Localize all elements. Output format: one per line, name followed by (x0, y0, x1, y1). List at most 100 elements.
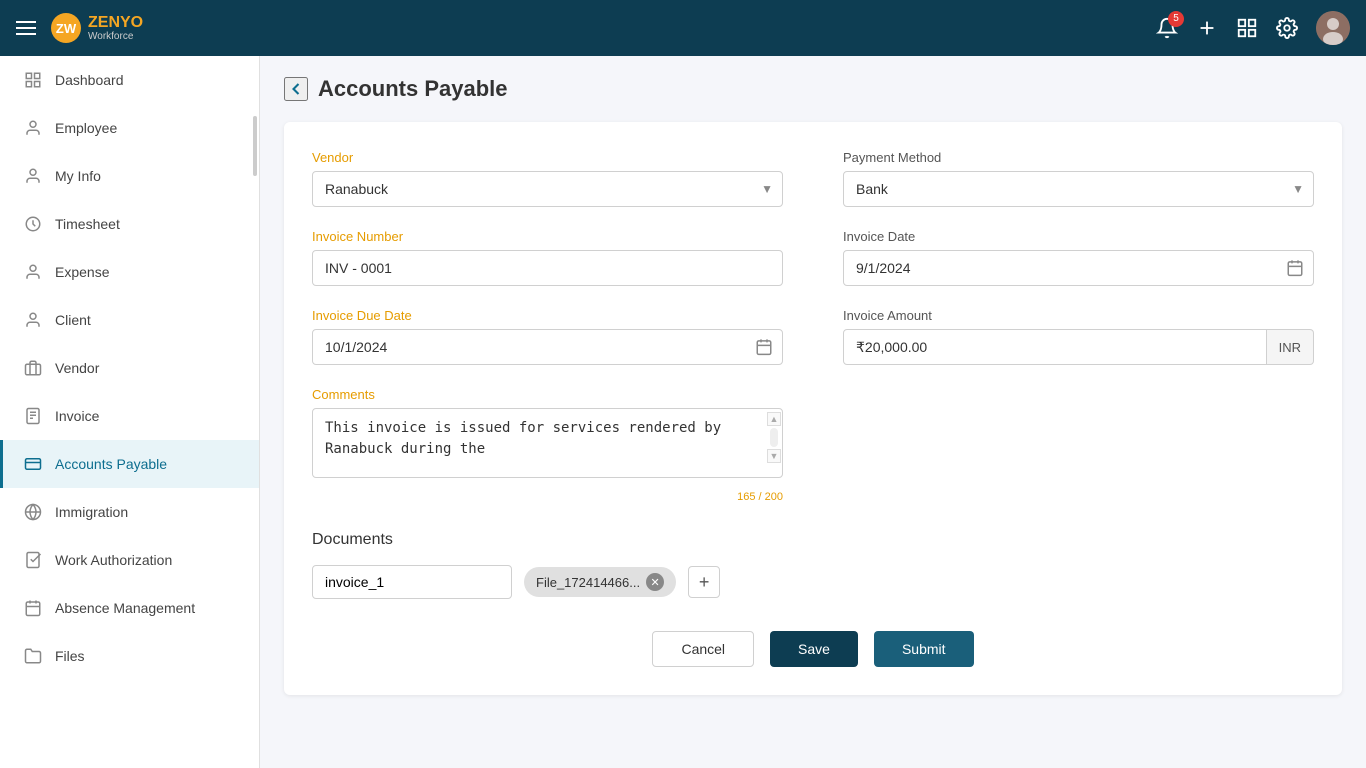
textarea-scroll-down[interactable]: ▼ (767, 449, 781, 463)
sidebar-item-dashboard[interactable]: Dashboard (0, 56, 259, 104)
sidebar-item-employee[interactable]: Employee (0, 104, 259, 152)
logo-subtitle: Workforce (88, 32, 143, 42)
vendor-select[interactable]: Ranabuck Vendor B Vendor C (312, 171, 783, 207)
submit-button[interactable]: Submit (874, 631, 974, 667)
invoice-date-label: Invoice Date (843, 229, 1314, 244)
sidebar-label-invoice: Invoice (55, 408, 99, 424)
sidebar-label-myinfo: My Info (55, 168, 101, 184)
notification-bell[interactable]: 5 (1156, 17, 1178, 40)
cancel-button[interactable]: Cancel (652, 631, 754, 667)
client-icon (23, 310, 43, 330)
documents-title: Documents (312, 531, 1314, 549)
app-header: ZW ZENYO Workforce 5 (0, 0, 1366, 56)
comments-textarea-wrapper: This invoice is issued for services rend… (312, 408, 783, 483)
sidebar-item-vendor[interactable]: Vendor (0, 344, 259, 392)
sidebar-label-client: Client (55, 312, 91, 328)
scrollbar-thumb (253, 116, 257, 176)
myinfo-icon (23, 166, 43, 186)
currency-suffix: INR (1267, 329, 1314, 365)
comments-textarea[interactable]: This invoice is issued for services rend… (312, 408, 783, 478)
sidebar-label-expense: Expense (55, 264, 109, 280)
timesheet-icon (23, 214, 43, 234)
documents-row: File_172414466... ✕ + (312, 565, 1314, 599)
document-name-input[interactable] (312, 565, 512, 599)
vendor-icon (23, 358, 43, 378)
invoice-date-field: Invoice Date (843, 229, 1314, 286)
sidebar-item-invoice[interactable]: Invoice (0, 392, 259, 440)
payment-method-label: Payment Method (843, 150, 1314, 165)
logo-icon: ZW (50, 12, 82, 44)
sidebar-item-immigration[interactable]: Immigration (0, 488, 259, 536)
comments-label: Comments (312, 387, 783, 402)
logo-name: ZENYO (88, 14, 143, 32)
form-grid: Vendor Ranabuck Vendor B Vendor C ▼ Paym… (312, 150, 1314, 503)
settings-icon[interactable] (1276, 17, 1298, 40)
sidebar-item-files[interactable]: Files (0, 632, 259, 680)
vendor-field: Vendor Ranabuck Vendor B Vendor C ▼ (312, 150, 783, 207)
page-header: Accounts Payable (284, 76, 1342, 102)
invoice-number-input[interactable] (312, 250, 783, 286)
sidebar-label-immigration: Immigration (55, 504, 128, 520)
invoice-due-date-label: Invoice Due Date (312, 308, 783, 323)
invoice-date-input[interactable] (843, 250, 1314, 286)
sidebar-scroll: Dashboard Employee My (0, 56, 259, 768)
file-chip-label: File_172414466... (536, 575, 640, 590)
char-count: 165 / 200 (312, 491, 783, 503)
comments-field: Comments This invoice is issued for serv… (312, 387, 783, 503)
add-button[interactable] (1196, 17, 1218, 40)
invoice-number-label: Invoice Number (312, 229, 783, 244)
files-icon (23, 646, 43, 666)
sidebar-item-work-authorization[interactable]: Work Authorization (0, 536, 259, 584)
work-auth-icon (23, 550, 43, 570)
invoice-amount-wrapper: INR (843, 329, 1314, 365)
file-chip: File_172414466... ✕ (524, 567, 676, 597)
payment-method-select-wrapper: Bank Cash Credit Card ▼ (843, 171, 1314, 207)
textarea-scroll-up[interactable]: ▲ (767, 412, 781, 426)
file-chip-close-button[interactable]: ✕ (646, 573, 664, 591)
invoice-due-date-wrapper (312, 329, 783, 365)
sidebar-label-accounts-payable: Accounts Payable (55, 456, 167, 472)
svg-text:ZW: ZW (56, 21, 77, 36)
grid-icon[interactable] (1236, 17, 1258, 40)
vendor-label: Vendor (312, 150, 783, 165)
sidebar-item-timesheet[interactable]: Timesheet (0, 200, 259, 248)
action-row: Cancel Save Submit (312, 631, 1314, 667)
accounts-payable-icon (23, 454, 43, 474)
add-document-button[interactable]: + (688, 566, 720, 598)
payment-method-field: Payment Method Bank Cash Credit Card ▼ (843, 150, 1314, 207)
sidebar-label-absence-management: Absence Management (55, 600, 195, 616)
sidebar-item-expense[interactable]: Expense (0, 248, 259, 296)
documents-section: Documents File_172414466... ✕ + (312, 531, 1314, 599)
sidebar-item-myinfo[interactable]: My Info (0, 152, 259, 200)
textarea-scrollbar: ▲ ▼ (767, 412, 781, 463)
immigration-icon (23, 502, 43, 522)
sidebar-item-accounts-payable[interactable]: Accounts Payable (0, 440, 259, 488)
notification-badge: 5 (1168, 11, 1184, 27)
textarea-scroll-track (770, 428, 778, 447)
save-button[interactable]: Save (770, 631, 858, 667)
payment-method-select[interactable]: Bank Cash Credit Card (843, 171, 1314, 207)
employee-icon (23, 118, 43, 138)
invoice-amount-input[interactable] (843, 329, 1267, 365)
invoice-number-field: Invoice Number (312, 229, 783, 286)
sidebar-label-vendor: Vendor (55, 360, 99, 376)
absence-icon (23, 598, 43, 618)
invoice-amount-field: Invoice Amount INR (843, 308, 1314, 365)
sidebar-label-timesheet: Timesheet (55, 216, 120, 232)
hamburger-menu[interactable] (16, 21, 36, 35)
main-content: Accounts Payable Vendor Ranabuck Vendor … (260, 56, 1366, 768)
sidebar-label-employee: Employee (55, 120, 117, 136)
sidebar-label-files: Files (55, 648, 85, 664)
invoice-amount-label: Invoice Amount (843, 308, 1314, 323)
avatar[interactable] (1316, 11, 1350, 45)
invoice-icon (23, 406, 43, 426)
back-button[interactable] (284, 77, 308, 102)
sidebar-item-absence-management[interactable]: Absence Management (0, 584, 259, 632)
app-logo: ZW ZENYO Workforce (50, 12, 143, 44)
invoice-due-date-input[interactable] (312, 329, 783, 365)
sidebar: Dashboard Employee My (0, 56, 260, 768)
sidebar-item-client[interactable]: Client (0, 296, 259, 344)
invoice-date-wrapper (843, 250, 1314, 286)
expense-icon (23, 262, 43, 282)
invoice-due-date-field: Invoice Due Date (312, 308, 783, 365)
